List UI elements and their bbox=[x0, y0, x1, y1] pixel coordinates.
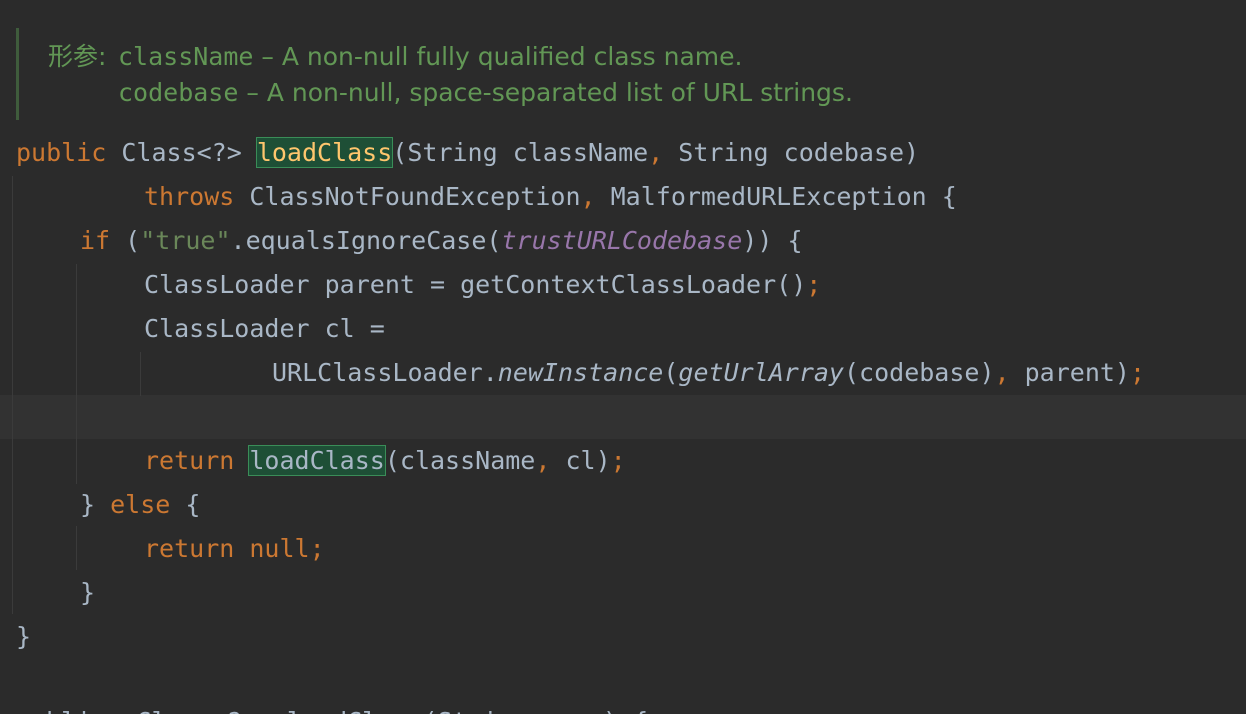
class-name: URLClassLoader. bbox=[272, 358, 498, 387]
statement: ClassLoader cl = bbox=[144, 314, 385, 343]
paren: )) { bbox=[742, 226, 803, 255]
param-desc: – A non-null, space-separated list of UR… bbox=[238, 78, 853, 107]
exception: MalformedURLException { bbox=[595, 182, 957, 211]
indent-guide bbox=[12, 176, 13, 614]
semicolon: ; bbox=[1130, 358, 1146, 387]
semicolon: ; bbox=[610, 446, 626, 475]
code-line-partial[interactable]: public Class<?> loadClass(String name) { bbox=[16, 700, 648, 714]
comma: , bbox=[535, 446, 551, 475]
static-method: newInstance bbox=[497, 358, 664, 387]
method-call: .equalsIgnoreCase( bbox=[230, 226, 502, 255]
exception: ClassNotFoundException bbox=[234, 182, 581, 211]
javadoc-params-label: 形参: bbox=[48, 42, 107, 71]
code-editor[interactable]: 形参: className – A non-null fully qualifi… bbox=[0, 0, 1246, 714]
string-literal: "true" bbox=[140, 226, 231, 255]
indent-guide bbox=[140, 352, 141, 396]
params: String codebase) bbox=[663, 138, 920, 167]
code-line-return-null[interactable]: return null; bbox=[144, 527, 325, 571]
method-name-highlight[interactable]: loadClass bbox=[255, 137, 394, 168]
code-line-if[interactable]: if ("true".equalsIgnoreCase(trustURLCode… bbox=[80, 219, 803, 263]
statement: ClassLoader parent = getContextClassLoad… bbox=[144, 270, 807, 299]
code-line-cl[interactable]: ClassLoader cl = bbox=[144, 307, 385, 351]
args: (className bbox=[384, 446, 536, 475]
paren: ( bbox=[110, 226, 141, 255]
param-name: codebase bbox=[118, 78, 239, 107]
comma: , bbox=[648, 138, 664, 167]
javadoc-param-classname: className – A non-null fully qualified c… bbox=[118, 39, 742, 75]
indent-guide bbox=[76, 526, 77, 570]
param-desc: – A non-null fully qualified class name. bbox=[253, 42, 743, 71]
keyword: else bbox=[110, 490, 171, 519]
args: (codebase) bbox=[844, 358, 995, 387]
semicolon: ; bbox=[806, 270, 822, 299]
paren: ( bbox=[663, 358, 679, 387]
brace: } bbox=[16, 622, 32, 651]
keyword: throws bbox=[144, 182, 235, 211]
method-name-highlight[interactable]: loadClass bbox=[248, 445, 386, 476]
param-name: className bbox=[118, 42, 254, 71]
current-line-highlight bbox=[0, 395, 1246, 439]
javadoc-bar bbox=[16, 28, 19, 120]
brace: } bbox=[80, 578, 96, 607]
code-line-return-loadclass[interactable]: return loadClass(className, cl); bbox=[144, 439, 626, 483]
brace: { bbox=[170, 490, 201, 519]
code-line-throws[interactable]: throws ClassNotFoundException, Malformed… bbox=[144, 175, 957, 219]
code-line-parent[interactable]: ClassLoader parent = getContextClassLoad… bbox=[144, 263, 821, 307]
keyword: return bbox=[144, 446, 235, 475]
code-line-else[interactable]: } else { bbox=[80, 483, 200, 527]
keyword: if bbox=[80, 226, 111, 255]
code-line-close-method[interactable]: } bbox=[16, 615, 31, 659]
return-type: Class<?> bbox=[106, 138, 257, 167]
args: cl) bbox=[550, 446, 611, 475]
static-method: getUrlArray bbox=[678, 358, 844, 387]
code-line-signature[interactable]: public Class<?> loadClass(String classNa… bbox=[16, 131, 919, 175]
code-line-close-if[interactable]: } bbox=[80, 571, 95, 615]
brace: } bbox=[80, 490, 111, 519]
comma: , bbox=[580, 182, 596, 211]
comma: , bbox=[994, 358, 1010, 387]
javadoc-param-codebase: codebase – A non-null, space-separated l… bbox=[118, 75, 853, 111]
keyword: public bbox=[16, 138, 107, 167]
code-line-newinstance[interactable]: URLClassLoader.newInstance(getUrlArray(c… bbox=[272, 351, 1145, 395]
params: (String className bbox=[392, 138, 649, 167]
field: trustURLCodebase bbox=[501, 226, 743, 255]
semicolon: ; bbox=[309, 534, 325, 563]
indent-guide bbox=[76, 264, 77, 484]
args: parent) bbox=[1009, 358, 1130, 387]
keyword: return null bbox=[144, 534, 310, 563]
